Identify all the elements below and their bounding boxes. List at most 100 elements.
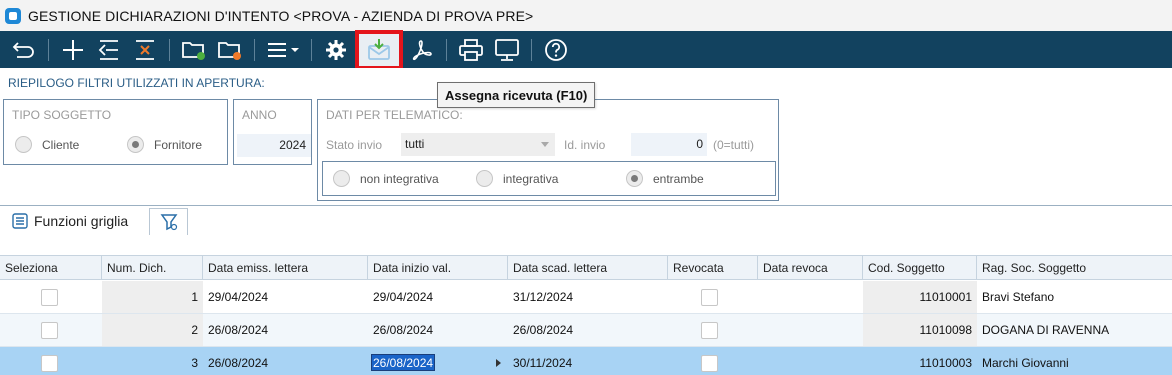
radio-cliente[interactable]: Cliente <box>15 136 79 153</box>
assign-receipt-button[interactable] <box>355 29 403 70</box>
plus-icon <box>63 39 83 60</box>
gear-icon <box>326 39 346 60</box>
stato-invio-value: tutti <box>405 137 425 151</box>
window-title: GESTIONE DICHIARAZIONI D'INTENTO <PROVA … <box>28 7 534 24</box>
chevron-down-icon <box>541 142 549 147</box>
radio-non-integrativa[interactable]: non integrativa <box>333 170 439 187</box>
cell-data-emiss: 26/08/2024 <box>208 323 269 337</box>
table-row-selected[interactable]: 3 26/08/2024 30/11/2024 11010003 Marchi … <box>0 347 1172 375</box>
toolbar-separator <box>169 38 170 61</box>
toolbar-separator <box>48 38 49 61</box>
open-folder-orange-button[interactable] <box>212 32 248 68</box>
undo-button[interactable] <box>6 32 42 68</box>
radio-fornitore-circle <box>127 136 144 153</box>
telematico-group: DATI PER TELEMATICO: Stato invio tutti I… <box>317 99 779 201</box>
printer-icon <box>459 38 483 61</box>
list-arrow-icon <box>98 39 118 60</box>
filter-summary-title: RIEPILOGO FILTRI UTILIZZATI IN APERTURA: <box>8 76 265 90</box>
cell-seleziona <box>0 347 102 375</box>
integrativa-group: non integrativa integrativa entrambe <box>322 161 776 196</box>
cell-revocata <box>668 347 758 375</box>
radio-integrativa-label: integrativa <box>503 171 559 186</box>
print-button[interactable] <box>453 32 489 68</box>
menu-dropdown-icon <box>268 42 299 57</box>
tipo-soggetto-label: TIPO SOGGETTO <box>12 108 112 122</box>
grid-filter-tab[interactable] <box>149 208 188 235</box>
stato-invio-select[interactable]: tutti <box>401 133 555 156</box>
menu-dropdown-button[interactable] <box>261 32 305 68</box>
anno-group: ANNO 2024 <box>233 99 312 165</box>
data-inizio-edit-field[interactable]: 26/08/2024 <box>371 354 436 371</box>
col-data-emiss[interactable]: Data emiss. lettera <box>203 256 368 280</box>
radio-entrambe[interactable]: entrambe <box>626 170 704 187</box>
table-row[interactable]: 2 26/08/2024 26/08/2024 26/08/2024 11010… <box>0 314 1172 347</box>
telematico-label: DATI PER TELEMATICO: <box>326 108 463 122</box>
radio-fornitore[interactable]: Fornitore <box>127 136 202 153</box>
col-revocata[interactable]: Revocata <box>668 256 758 280</box>
col-cod-soggetto[interactable]: Cod. Soggetto <box>863 256 977 280</box>
anno-field[interactable]: 2024 <box>237 134 311 157</box>
cell-seleziona <box>0 314 102 346</box>
radio-cliente-label: Cliente <box>42 137 80 152</box>
app-logo-icon <box>5 7 21 24</box>
toolbar-separator <box>311 38 312 61</box>
pdf-button[interactable] <box>404 32 440 68</box>
col-seleziona[interactable]: Seleziona <box>0 256 102 280</box>
cell-data-emiss: 29/04/2024 <box>208 290 269 304</box>
radio-entrambe-label: entrambe <box>653 171 704 186</box>
col-num-dich[interactable]: Num. Dich. <box>102 256 203 280</box>
grid-functions-bar: Funzioni griglia <box>0 207 1172 235</box>
acrobat-icon <box>412 39 432 60</box>
select-checkbox[interactable] <box>41 289 58 306</box>
cell-revocata <box>668 314 758 346</box>
import-list-button[interactable] <box>91 32 127 68</box>
radio-fornitore-label: Fornitore <box>154 137 203 152</box>
col-data-revoca[interactable]: Data revoca <box>758 256 863 280</box>
cell-data-emiss: 26/08/2024 <box>203 347 368 375</box>
cell-rag-soc: Marchi Giovanni <box>977 347 1172 375</box>
col-rag-soc[interactable]: Rag. Soc. Soggetto <box>977 256 1172 280</box>
col-data-scad[interactable]: Data scad. lettera <box>508 256 668 280</box>
cell-cod-soggetto: 11010098 <box>863 314 977 346</box>
cell-data-inizio: 29/04/2024 <box>373 290 434 304</box>
open-folder-green-button[interactable] <box>176 32 212 68</box>
revocata-checkbox[interactable] <box>701 355 718 372</box>
radio-integrativa[interactable]: integrativa <box>476 170 558 187</box>
question-icon <box>545 38 567 61</box>
settings-button[interactable] <box>318 32 354 68</box>
row-arrow-icon <box>496 359 501 367</box>
select-checkbox[interactable] <box>41 322 58 339</box>
cell-data-scad: 30/11/2024 <box>508 347 668 375</box>
select-checkbox[interactable] <box>41 355 58 372</box>
grid-functions-button[interactable]: Funzioni griglia <box>12 213 128 229</box>
radio-entrambe-circle <box>626 170 643 187</box>
cell-seleziona <box>0 281 102 313</box>
id-invio-label: Id. invio <box>564 138 606 152</box>
filter-icon <box>160 214 177 231</box>
grid-functions-label: Funzioni griglia <box>34 213 129 229</box>
toolbar-separator <box>254 38 255 61</box>
id-invio-field[interactable]: 0 <box>631 133 707 156</box>
list-icon <box>12 213 28 229</box>
anno-label: ANNO <box>242 108 277 122</box>
table-row[interactable]: 1 29/04/2024 29/04/2024 31/12/2024 11010… <box>0 281 1172 314</box>
cell-rag-soc: Bravi Stefano <box>982 290 1055 304</box>
preview-button[interactable] <box>489 32 525 68</box>
cell-revocata <box>668 281 758 313</box>
cell-rag-soc: DOGANA DI RAVENNA <box>982 323 1110 337</box>
help-button[interactable] <box>538 32 574 68</box>
cell-num-dich: 1 <box>102 281 203 313</box>
cell-data-revoca <box>758 281 863 313</box>
delete-list-button[interactable] <box>127 32 163 68</box>
new-button[interactable] <box>55 32 91 68</box>
cell-num-dich: 2 <box>102 314 203 346</box>
monitor-icon <box>495 38 519 61</box>
id-invio-hint: (0=tutti) <box>713 138 755 152</box>
revocata-checkbox[interactable] <box>701 289 718 306</box>
cell-num-dich: 3 <box>102 347 203 375</box>
cell-data-revoca <box>758 347 863 375</box>
declarations-grid: Seleziona Num. Dich. Data emiss. lettera… <box>0 255 1172 375</box>
revocata-checkbox[interactable] <box>701 322 718 339</box>
radio-non-integrativa-label: non integrativa <box>360 171 439 186</box>
col-data-inizio[interactable]: Data inizio val. <box>368 256 508 280</box>
